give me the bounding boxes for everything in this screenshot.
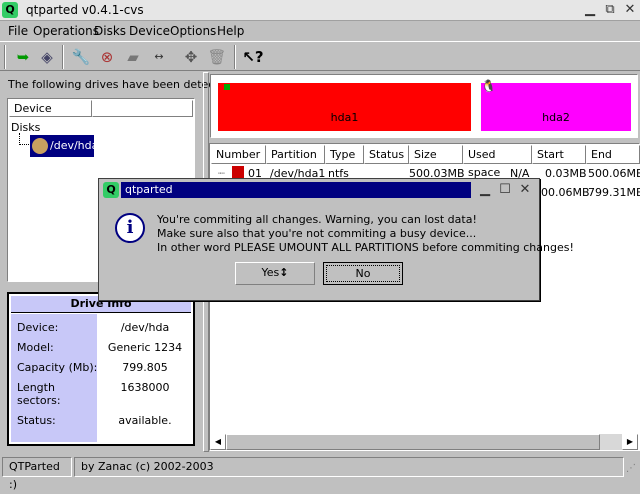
toolbar-separator: [234, 45, 236, 69]
column-header-end[interactable]: End: [586, 145, 640, 164]
column-header-type[interactable]: Type: [325, 145, 364, 164]
cell-start: 00.06MB: [541, 186, 590, 199]
scroll-right-arrow-icon[interactable]: ▶: [622, 434, 638, 450]
drive-info-label: Status:: [17, 414, 56, 427]
drive-info-value: available.: [118, 414, 172, 427]
move-icon[interactable]: ✥: [180, 46, 202, 68]
drive-info-label: Capacity (Mb):: [17, 361, 98, 374]
qtparted-logo-icon[interactable]: Q: [2, 2, 18, 18]
whats-this-icon[interactable]: ↖?: [242, 46, 264, 68]
cell-end: 799.31MB: [588, 186, 640, 199]
menu-bar: File Operations Disks Device Options Hel…: [0, 21, 640, 41]
drive-info-label: Device:: [17, 321, 59, 334]
window-title: qtparted v0.4.1-cvs: [26, 3, 144, 17]
minimize-icon[interactable]: ▁: [582, 2, 598, 18]
dialog-title: qtparted: [125, 183, 173, 196]
close-icon[interactable]: ✕: [622, 2, 638, 18]
menu-help[interactable]: Help: [217, 24, 244, 38]
commit-warning-dialog: Q qtparted ▁ ☐ ✕ i You're commiting all …: [98, 178, 574, 301]
menu-options[interactable]: Options: [170, 24, 216, 38]
column-header-number[interactable]: Number: [211, 145, 266, 164]
tree-item-dev-hda[interactable]: /dev/hda: [30, 135, 98, 157]
menu-disks[interactable]: Disks: [94, 24, 126, 38]
column-header-size[interactable]: Size: [409, 145, 463, 164]
scrollbar-track[interactable]: [226, 434, 622, 450]
eraser-icon[interactable]: ▰: [122, 46, 144, 68]
minimize-icon[interactable]: ▁: [477, 182, 493, 198]
dialog-message-line: In other word PLEASE UMOUNT ALL PARTITIO…: [157, 241, 574, 254]
toolbar: ➥ ◈ 🔧 ⊗ ▰ ↔ ✥ 🗑 ↖?: [0, 41, 640, 71]
toolbar-separator: [62, 45, 64, 69]
windows-flag-icon: [218, 80, 232, 94]
yes-button-label: Yes: [261, 266, 280, 279]
window-titlebar[interactable]: Q qtparted v0.4.1-cvs ▁ ⧉ ✕: [0, 0, 640, 21]
drive-info-value: 799.805: [122, 361, 168, 374]
linux-penguin-icon: 🐧: [481, 79, 496, 93]
drive-info-value: /dev/hda: [120, 321, 170, 334]
drive-info-value: Generic 1234: [107, 341, 183, 354]
partition-table-header: Number Partition Type Status Size Used s…: [211, 145, 640, 179]
focus-rect: No: [326, 265, 400, 282]
partition-block-hda2[interactable]: hda2: [481, 83, 631, 131]
drive-info-panel: Drive Info Device: /dev/hda Model: Gener…: [7, 292, 195, 446]
drive-info-label: sectors:: [17, 394, 61, 407]
dialog-titlebar[interactable]: Q qtparted ▁ ☐ ✕: [99, 179, 539, 201]
windows-flag-icon: [232, 166, 244, 178]
cell-end: 500.06MB: [588, 167, 640, 180]
column-header-status[interactable]: Status: [364, 145, 409, 164]
commit-icon[interactable]: ➥: [12, 46, 34, 68]
column-header-used-space[interactable]: Used space: [463, 145, 532, 179]
disk-properties-icon[interactable]: ◈: [36, 46, 58, 68]
scroll-left-arrow-icon[interactable]: ◀: [210, 434, 226, 450]
partition-block-label: hda2: [542, 111, 570, 124]
drive-info-label: Model:: [17, 341, 54, 354]
status-left: QTParted :): [2, 457, 72, 491]
detected-drives-label: The following drives have been detected:: [8, 78, 237, 91]
information-icon: i: [115, 213, 145, 243]
partition-block-hda1[interactable]: hda1: [218, 83, 471, 131]
column-header-partition[interactable]: Partition: [266, 145, 325, 164]
disk-map: hda1 hda2 🐧: [210, 74, 638, 138]
format-icon[interactable]: ⊗: [96, 46, 118, 68]
menu-device[interactable]: Device: [129, 24, 170, 38]
horizontal-scrollbar[interactable]: ◀ ▶: [210, 434, 638, 450]
toolbar-handle[interactable]: [4, 45, 6, 69]
wrench-icon[interactable]: 🔧: [70, 46, 92, 68]
menu-operations[interactable]: Operations: [33, 24, 99, 38]
tree-header-device[interactable]: Device: [9, 100, 92, 117]
dialog-message-line: You're commiting all changes. Warning, y…: [157, 213, 477, 226]
maximize-icon[interactable]: ⧉: [602, 2, 618, 18]
hard-disk-icon: [32, 138, 48, 154]
size-grip-icon[interactable]: ⋰: [626, 463, 638, 475]
column-header-start[interactable]: Start: [532, 145, 586, 164]
yes-button[interactable]: Yes↕: [235, 262, 315, 285]
status-bar: QTParted :) by Zanac (c) 2002-2003 ⋰: [0, 455, 640, 491]
no-button-label: No: [355, 267, 371, 280]
status-right: by Zanac (c) 2002-2003: [74, 457, 624, 477]
tree-item-label: /dev/hda: [50, 139, 99, 152]
tree-header-blank[interactable]: [92, 100, 193, 117]
partition-block-label: hda1: [330, 111, 359, 124]
dialog-title-highlight: [121, 182, 471, 198]
drive-info-label: Length: [17, 381, 55, 394]
dialog-message-line: Make sure also that you're not commiting…: [157, 227, 477, 240]
maximize-icon[interactable]: ☐: [497, 182, 513, 198]
close-icon[interactable]: ✕: [517, 182, 533, 198]
qtparted-logo-icon[interactable]: Q: [103, 182, 119, 198]
no-button[interactable]: No: [323, 262, 403, 285]
delete-icon[interactable]: 🗑: [206, 46, 228, 68]
cell-start: 0.03MB: [545, 167, 587, 180]
mouse-cursor-icon: ↕: [279, 266, 289, 279]
tree-branch-line: [19, 133, 29, 145]
tree-header: Device: [9, 100, 193, 117]
resize-icon[interactable]: ↔: [148, 46, 170, 68]
scrollbar-thumb[interactable]: [226, 434, 600, 450]
drive-info-value: 1638000: [120, 381, 170, 394]
menu-file[interactable]: File: [8, 24, 28, 38]
